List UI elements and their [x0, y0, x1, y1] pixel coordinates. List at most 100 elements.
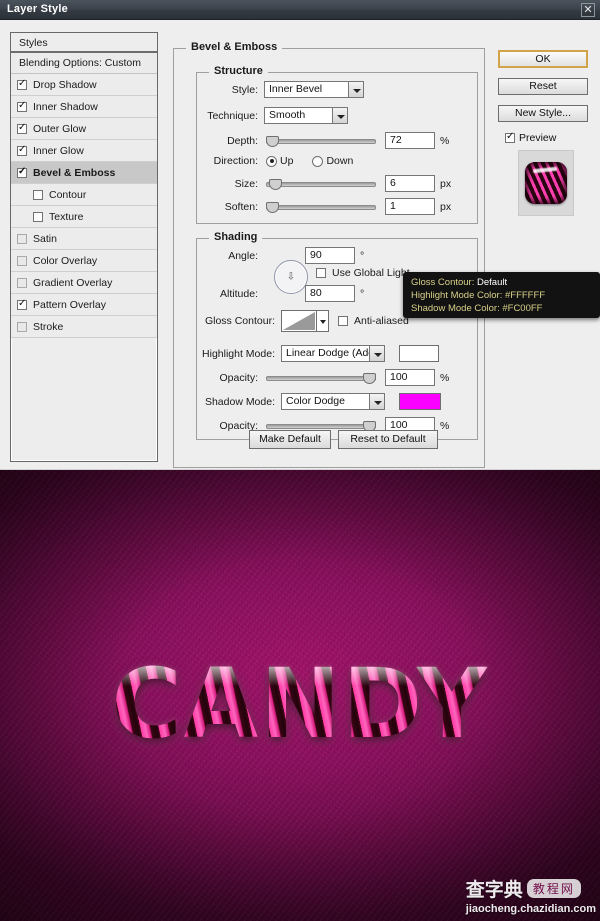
inner-glow-checkbox[interactable]	[17, 144, 27, 156]
sidebar-item-label: Bevel & Emboss	[33, 166, 116, 179]
inner-shadow-checkbox[interactable]	[17, 100, 27, 112]
size-input[interactable]: 6	[385, 175, 435, 192]
chevron-down-icon[interactable]	[316, 310, 329, 332]
size-label: Size:	[234, 177, 258, 190]
depth-slider-knob[interactable]	[266, 135, 279, 147]
soften-slider[interactable]	[266, 200, 376, 214]
gloss-contour-picker[interactable]	[281, 310, 329, 332]
stroke-checkbox[interactable]	[17, 321, 27, 332]
highlight-opacity-knob[interactable]	[363, 372, 376, 384]
watermark-site-name: 查字典	[465, 879, 523, 901]
shadow-mode-select[interactable]: Color Dodge	[281, 393, 385, 410]
sidebar-item-inner-shadow[interactable]: Inner Shadow	[11, 96, 157, 118]
contour-checkbox[interactable]	[33, 189, 43, 200]
direction-down-radio[interactable]: Down	[312, 155, 353, 167]
altitude-input[interactable]: 80	[305, 285, 355, 302]
angle-input[interactable]: 90	[305, 247, 355, 264]
gloss-contour-label: Gloss Contour:	[204, 315, 275, 327]
structure-group-label: Structure	[209, 65, 268, 77]
style-label: Style:	[231, 83, 258, 96]
window-titlebar: Layer Style ✕	[0, 0, 600, 20]
size-row: Size: 6 px	[216, 175, 466, 192]
shadow-mode-label: Shadow Mode:	[204, 395, 275, 408]
soften-slider-track	[266, 204, 376, 210]
sidebar-item-bevel-emboss[interactable]: Bevel & Emboss	[11, 162, 157, 184]
background-vignette	[0, 470, 600, 921]
size-unit: px	[440, 177, 452, 190]
direction-down-label: Down	[326, 155, 354, 167]
sidebar-item-gradient-overlay[interactable]: Gradient Overlay	[11, 272, 157, 294]
shadow-color-swatch[interactable]	[399, 393, 441, 410]
soften-slider-knob[interactable]	[266, 201, 279, 213]
highlight-color-swatch[interactable]	[399, 345, 439, 362]
direction-up-radio[interactable]: Up	[266, 155, 293, 167]
bevel-emboss-checkbox[interactable]	[17, 166, 27, 178]
style-select[interactable]: Inner Bevel	[264, 81, 364, 98]
sidebar-item-contour[interactable]: Contour	[11, 184, 157, 206]
tooltip-line-gloss-contour: Gloss Contour: Default	[411, 276, 600, 289]
highlight-mode-value: Linear Dodge (Add)	[286, 347, 378, 359]
highlight-opacity-input[interactable]: 100	[385, 369, 435, 386]
layer-style-dialog: Styles Blending Options: Custom Drop Sha…	[0, 20, 600, 470]
highlight-opacity-label: Opacity:	[219, 371, 258, 384]
satin-checkbox[interactable]	[17, 233, 27, 244]
chevron-down-icon[interactable]	[332, 107, 348, 124]
soften-input[interactable]: 1	[385, 198, 435, 215]
window-title: Layer Style	[7, 3, 68, 15]
use-global-light-checkbox[interactable]	[316, 268, 326, 278]
sidebar-item-label: Drop Shadow	[33, 78, 97, 91]
size-slider[interactable]	[266, 177, 376, 191]
sidebar-item-pattern-overlay[interactable]: Pattern Overlay	[11, 294, 157, 316]
anti-aliased-checkbox[interactable]	[338, 316, 348, 326]
use-global-light-label: Use Global Light	[332, 267, 410, 279]
sidebar-item-color-overlay[interactable]: Color Overlay	[11, 250, 157, 272]
sidebar-item-blending-options[interactable]: Blending Options: Custom	[11, 53, 157, 74]
depth-input[interactable]: 72	[385, 132, 435, 149]
depth-slider[interactable]	[266, 134, 376, 148]
highlight-opacity-slider[interactable]	[266, 371, 376, 385]
tooltip-line-shadow-color: Shadow Mode Color: #FC00FF	[411, 303, 543, 314]
preview-checkbox[interactable]	[505, 131, 515, 143]
technique-select[interactable]: Smooth	[264, 107, 348, 124]
sidebar-item-outer-glow[interactable]: Outer Glow	[11, 118, 157, 140]
new-style-button[interactable]: New Style...	[498, 105, 588, 122]
highlight-mode-select[interactable]: Linear Dodge (Add)	[281, 345, 385, 362]
sidebar-item-label: Color Overlay	[33, 254, 98, 267]
reset-button[interactable]: Reset	[498, 78, 588, 95]
highlight-opacity-unit: %	[440, 371, 450, 384]
color-overlay-checkbox[interactable]	[17, 255, 27, 266]
use-global-light-row[interactable]: Use Global Light	[316, 267, 410, 279]
chevron-down-icon[interactable]	[369, 393, 385, 410]
altitude-row: Altitude: 80 °	[209, 285, 364, 302]
sidebar-item-satin[interactable]: Satin	[11, 228, 157, 250]
preview-toggle[interactable]: Preview	[505, 131, 592, 144]
annotation-tooltip: Gloss Contour: Default Highlight Mode Co…	[403, 272, 600, 318]
ok-button[interactable]: OK	[498, 50, 588, 68]
sidebar-item-label: Inner Glow	[33, 144, 84, 157]
size-slider-knob[interactable]	[269, 178, 282, 190]
altitude-unit: °	[360, 287, 365, 300]
depth-row: Depth: 72 %	[216, 132, 466, 149]
radio-on-icon[interactable]	[266, 155, 277, 167]
watermark-url: jiaocheng.chazidian.com	[465, 903, 596, 915]
sidebar-item-texture[interactable]: Texture	[11, 206, 157, 228]
sidebar-item-stroke[interactable]: Stroke	[11, 316, 157, 338]
texture-checkbox[interactable]	[33, 211, 43, 222]
make-default-button[interactable]: Make Default	[249, 430, 331, 449]
outer-glow-checkbox[interactable]	[17, 122, 27, 134]
sidebar-item-inner-glow[interactable]: Inner Glow	[11, 140, 157, 162]
technique-row: Technique: Smooth	[200, 107, 390, 124]
drop-shadow-checkbox[interactable]	[17, 78, 27, 90]
preview-thumbnail	[525, 162, 567, 204]
radio-off-icon[interactable]	[312, 155, 324, 167]
sidebar-item-label: Contour	[49, 188, 87, 201]
gradient-overlay-checkbox[interactable]	[17, 277, 27, 288]
highlight-opacity-row: Opacity: 100 %	[203, 369, 449, 386]
sidebar-item-drop-shadow[interactable]: Drop Shadow	[11, 74, 157, 96]
chevron-down-icon[interactable]	[348, 81, 364, 98]
reset-to-default-button[interactable]: Reset to Default	[338, 430, 438, 449]
preview-thumbnail-frame	[518, 150, 574, 216]
chevron-down-icon[interactable]	[369, 345, 385, 362]
close-icon[interactable]: ✕	[581, 3, 595, 17]
pattern-overlay-checkbox[interactable]	[17, 298, 27, 310]
